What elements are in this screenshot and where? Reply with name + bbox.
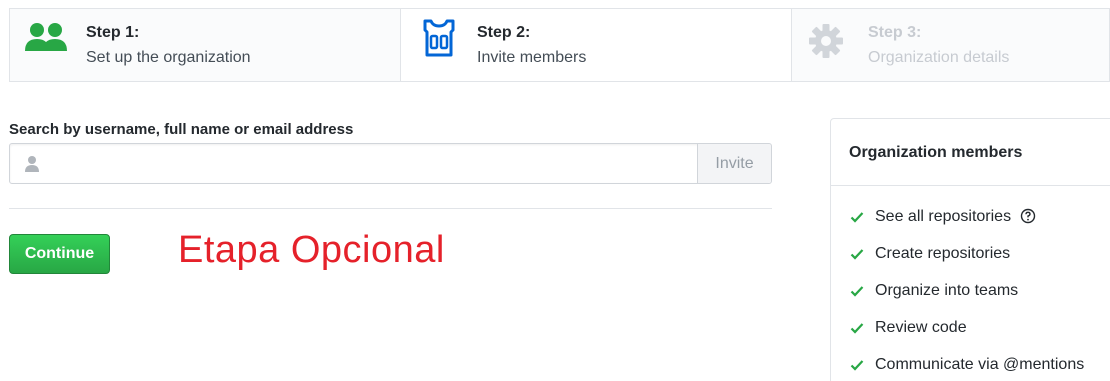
step-2-subtitle: Invite members <box>477 49 587 66</box>
permission-item: Create repositories <box>831 243 1110 280</box>
permission-label: Communicate via @mentions <box>875 356 1085 373</box>
check-icon <box>850 212 864 223</box>
invite-button[interactable]: Invite <box>697 144 771 183</box>
people-icon <box>25 23 67 51</box>
step-3-subtitle: Organization details <box>868 49 1010 66</box>
check-icon <box>850 249 864 260</box>
step-3-title: Step 3: <box>868 24 922 41</box>
setup-steps: Step 1: Set up the organization Step 2: … <box>9 8 1110 82</box>
step-1-title: Step 1: <box>86 24 140 41</box>
permission-label: Organize into teams <box>875 282 1019 299</box>
permission-list: See all repositories Create repositories… <box>831 186 1110 381</box>
permission-item: See all repositories <box>831 206 1110 243</box>
step-2-title: Step 2: <box>477 24 531 41</box>
permission-item: Review code <box>831 317 1110 354</box>
divider <box>9 208 772 209</box>
organization-members-panel: Organization members See all repositorie… <box>830 118 1110 381</box>
gear-icon <box>809 24 843 58</box>
search-label: Search by username, full name or email a… <box>9 121 354 138</box>
check-icon <box>850 323 864 334</box>
check-icon <box>850 360 864 371</box>
check-icon <box>850 286 864 297</box>
search-group: Invite <box>9 143 772 184</box>
permission-label: Review code <box>875 319 967 336</box>
person-icon <box>25 156 39 172</box>
step-invite-members: Step 2: Invite members <box>401 9 792 81</box>
permission-item: Communicate via @mentions <box>831 354 1110 381</box>
step-setup-organization: Step 1: Set up the organization <box>10 9 401 81</box>
jersey-icon <box>423 19 455 57</box>
step-organization-details: Step 3: Organization details <box>792 9 1109 81</box>
permission-label: Create repositories <box>875 245 1011 262</box>
permission-item: Organize into teams <box>831 280 1110 317</box>
panel-title: Organization members <box>831 119 1110 186</box>
optional-step-annotation: Etapa Opcional <box>178 229 445 271</box>
permission-label: See all repositories <box>875 208 1012 225</box>
search-input[interactable] <box>10 144 697 183</box>
question-icon[interactable] <box>1020 208 1036 224</box>
invite-members-page: Step 1: Set up the organization Step 2: … <box>0 0 1110 381</box>
step-1-subtitle: Set up the organization <box>86 49 251 66</box>
search-input-wrap <box>10 144 697 183</box>
continue-button[interactable]: Continue <box>9 234 110 274</box>
